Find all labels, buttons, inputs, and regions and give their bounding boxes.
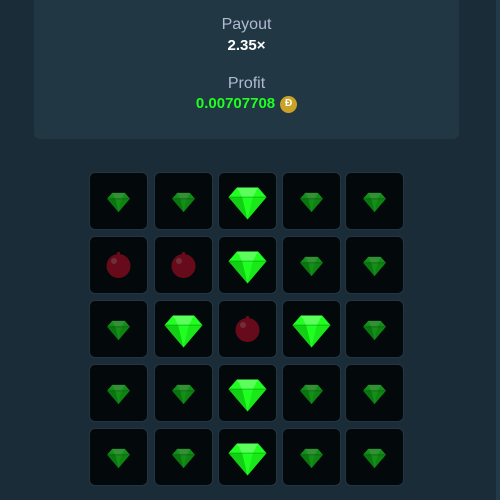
gem-tile[interactable] [346,429,403,485]
gem-tile[interactable] [283,237,340,293]
gem-tile[interactable] [283,429,340,485]
gem-icon [300,384,323,405]
profit-value: 0.00707708 [195,95,276,112]
gem-tile[interactable] [90,429,147,485]
dogecoin-icon: Ð [280,95,298,113]
sidebar-edge [496,0,500,500]
gem-tile[interactable] [346,237,403,293]
gem-icon [107,384,130,405]
gem-icon [228,379,267,412]
mines-grid [90,173,403,500]
gem-icon [363,448,386,469]
revealed-gem-tile[interactable] [219,365,276,421]
mine-tile[interactable] [90,237,147,293]
revealed-gem-tile[interactable] [219,429,276,485]
profit-label: Profit [227,75,266,92]
revealed-gem-tile[interactable] [155,301,212,357]
gem-icon [300,256,323,277]
revealed-gem-tile[interactable] [219,237,276,293]
payout-value: 2.35× [227,37,266,54]
gem-tile[interactable] [346,173,403,229]
gem-tile[interactable] [90,173,147,229]
gem-tile[interactable] [346,365,403,421]
gem-icon [164,315,203,348]
gem-icon [228,251,267,284]
mine-icon [235,316,260,342]
mine-icon [106,252,131,278]
mine-tile[interactable] [155,237,212,293]
gem-tile[interactable] [283,365,340,421]
gem-icon [172,192,195,213]
gem-icon [300,192,323,213]
result-panel: Payout 2.35× Profit 0.00707708 Ð [34,0,459,139]
mine-tile[interactable] [219,301,276,357]
gem-icon [228,443,267,476]
gem-icon [363,256,386,277]
gem-icon [363,384,386,405]
mines-game: Payout 2.35× Profit 0.00707708 Ð [0,0,500,500]
payout-label: Payout [221,16,272,33]
profit-row: 0.00707708 Ð [34,95,459,113]
gem-tile[interactable] [155,173,212,229]
gem-icon [300,448,323,469]
gem-tile[interactable] [90,365,147,421]
gem-icon [363,192,386,213]
revealed-gem-tile[interactable] [219,173,276,229]
gem-icon [107,192,130,213]
gem-icon [172,384,195,405]
gem-icon [107,320,130,341]
gem-tile[interactable] [90,301,147,357]
gem-tile[interactable] [346,301,403,357]
gem-icon [172,448,195,469]
gem-tile[interactable] [155,365,212,421]
gem-icon [228,187,267,220]
gem-icon [292,315,331,348]
gem-tile[interactable] [155,429,212,485]
mine-icon [171,252,196,278]
gem-tile[interactable] [283,173,340,229]
revealed-gem-tile[interactable] [283,301,340,357]
gem-icon [363,320,386,341]
gem-icon [107,448,130,469]
